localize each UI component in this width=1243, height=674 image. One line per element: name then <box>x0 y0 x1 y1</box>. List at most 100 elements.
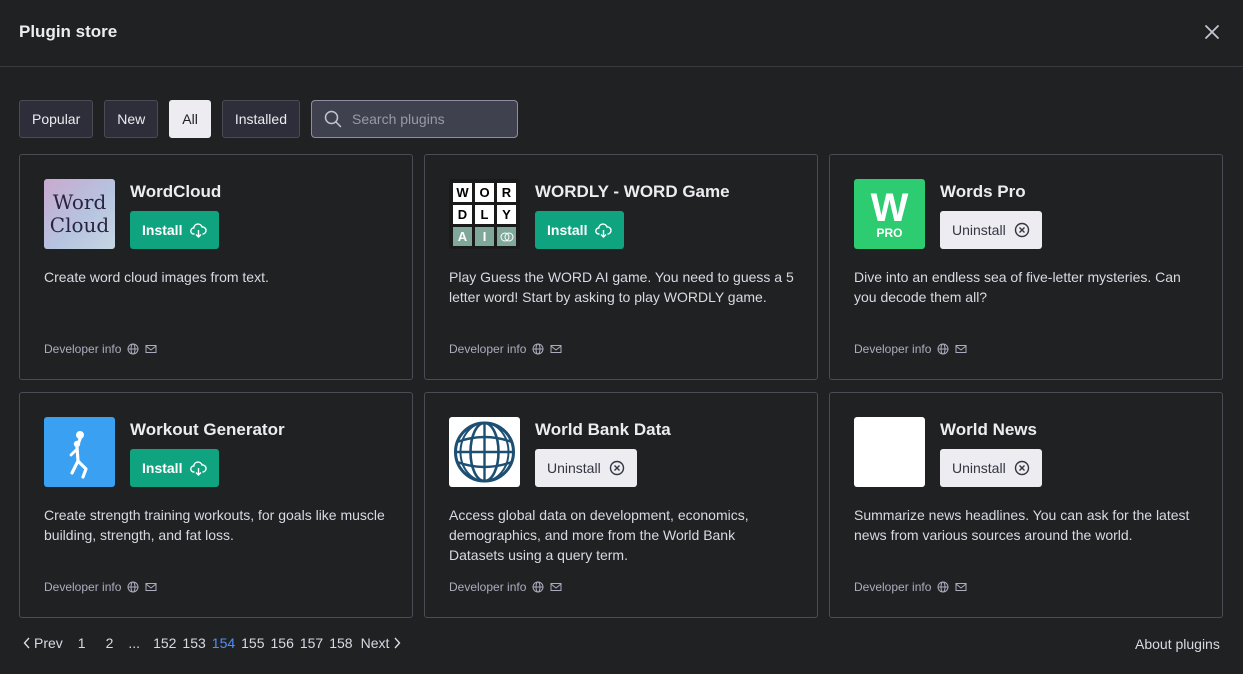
chevron-right-icon <box>394 637 401 649</box>
prev-page-button[interactable]: Prev <box>23 635 63 651</box>
filter-all-button[interactable]: All <box>169 100 211 138</box>
about-plugins-link[interactable]: About plugins <box>1135 636 1220 652</box>
wordcloud-logo: Word Cloud <box>44 179 115 249</box>
mail-icon[interactable] <box>550 581 562 593</box>
filter-bar: Popular New All Installed <box>19 100 518 138</box>
filter-popular-button[interactable]: Popular <box>19 100 94 138</box>
install-button[interactable]: Install <box>130 449 220 487</box>
page-link[interactable]: 1 <box>78 635 86 651</box>
globe-icon[interactable] <box>127 343 139 355</box>
uninstall-button[interactable]: Uninstall <box>940 449 1042 487</box>
globe-icon[interactable] <box>532 343 544 355</box>
plugin-name: Workout Generator <box>130 420 285 439</box>
plugin-name: WORDLY - WORD Game <box>535 182 730 201</box>
uninstall-label: Uninstall <box>952 222 1006 238</box>
search-icon <box>324 110 342 128</box>
install-button[interactable]: Install <box>535 211 625 249</box>
search-box[interactable] <box>311 100 518 138</box>
plugin-description: Create strength training workouts, for g… <box>44 507 385 543</box>
page-link[interactable]: 2 <box>106 635 114 651</box>
page-link[interactable]: 157 <box>300 635 323 651</box>
developer-info: Developer info <box>449 580 562 594</box>
plugin-card-wordly: W O R D L Y A I WORDLY - WORD Game Insta… <box>424 154 818 380</box>
cloud-download-icon <box>595 222 613 238</box>
words-pro-logo: W PRO <box>854 179 925 249</box>
uninstall-label: Uninstall <box>952 460 1006 476</box>
page-link[interactable]: 152 <box>153 635 176 651</box>
page-link[interactable]: 153 <box>182 635 205 651</box>
world-bank-logo <box>449 417 520 487</box>
athlete-icon <box>69 431 88 479</box>
plugin-card-words-pro: W PRO Words Pro Uninstall Dive into an e… <box>829 154 1223 380</box>
logo-text-cloud: Cloud <box>49 213 110 237</box>
wordly-logo: W O R D L Y A I <box>449 179 520 249</box>
uninstall-label: Uninstall <box>547 460 601 476</box>
wordly-tile: Y <box>497 205 516 224</box>
wordly-tile: L <box>475 205 494 224</box>
developer-info: Developer info <box>854 342 967 356</box>
globe-icon[interactable] <box>532 581 544 593</box>
pagination: Prev 1 2 ... 152 153 154 155 156 157 158… <box>19 635 401 651</box>
modal-title: Plugin store <box>19 22 118 41</box>
wordly-tile: D <box>453 205 472 224</box>
globe-icon[interactable] <box>937 343 949 355</box>
developer-info: Developer info <box>44 342 157 356</box>
developer-info-label: Developer info <box>44 342 122 356</box>
page-link[interactable]: 155 <box>241 635 264 651</box>
mail-icon[interactable] <box>145 581 157 593</box>
developer-info: Developer info <box>854 580 967 594</box>
install-label: Install <box>142 222 183 238</box>
mail-icon[interactable] <box>955 343 967 355</box>
filter-new-button[interactable]: New <box>104 100 159 138</box>
install-label: Install <box>547 222 588 238</box>
developer-info-label: Developer info <box>44 580 122 594</box>
plugin-name: Words Pro <box>940 182 1026 201</box>
globe-icon[interactable] <box>937 581 949 593</box>
cloud-download-icon <box>190 222 208 238</box>
world-news-logo <box>854 417 925 487</box>
logo-letter: W <box>870 186 909 230</box>
plugin-name: World Bank Data <box>535 420 671 439</box>
developer-info: Developer info <box>44 580 157 594</box>
globe-icon[interactable] <box>127 581 139 593</box>
close-icon[interactable] <box>1202 22 1222 42</box>
uninstall-button[interactable]: Uninstall <box>940 211 1042 249</box>
logo-pro: PRO <box>876 226 903 240</box>
globe-icon <box>454 421 515 483</box>
search-input[interactable] <box>350 110 514 128</box>
plugin-description: Create word cloud images from text. <box>44 269 269 285</box>
install-label: Install <box>142 460 183 476</box>
plugin-name: WordCloud <box>130 182 222 201</box>
plugin-description: Summarize news headlines. You can ask fo… <box>854 507 1190 543</box>
developer-info-label: Developer info <box>449 580 527 594</box>
plugin-card-world-bank-data: World Bank Data Uninstall Access global … <box>424 392 818 618</box>
modal-header: Plugin store <box>0 0 1243 67</box>
logo-text-word: Word <box>52 190 107 214</box>
plugin-description: Access global data on development, econo… <box>449 507 749 563</box>
mail-icon[interactable] <box>550 343 562 355</box>
current-page[interactable]: 154 <box>212 635 235 651</box>
filter-installed-button[interactable]: Installed <box>221 100 300 138</box>
developer-info-label: Developer info <box>854 580 932 594</box>
circle-x-icon <box>1014 460 1029 476</box>
page-link[interactable]: 156 <box>271 635 294 651</box>
plugin-description: Play Guess the WORD AI game. You need to… <box>449 269 794 305</box>
wordly-tile: A <box>453 227 472 246</box>
page-link[interactable]: 158 <box>329 635 352 651</box>
uninstall-button[interactable]: Uninstall <box>535 449 637 487</box>
install-button[interactable]: Install <box>130 211 220 249</box>
cloud-download-icon <box>190 460 208 476</box>
prev-label: Prev <box>34 635 63 651</box>
brain-icon <box>500 232 513 241</box>
wordly-tile: O <box>475 183 494 202</box>
plugin-card-wordcloud: Word Cloud WordCloud Install Create word… <box>19 154 413 380</box>
next-page-button[interactable]: Next <box>361 635 402 651</box>
wordly-tile: I <box>475 227 494 246</box>
circle-x-icon <box>609 460 624 476</box>
plugin-description: Dive into an endless sea of five-letter … <box>854 269 1181 305</box>
mail-icon[interactable] <box>145 343 157 355</box>
developer-info-label: Developer info <box>854 342 932 356</box>
developer-info: Developer info <box>449 342 562 356</box>
workout-generator-logo <box>44 417 115 487</box>
mail-icon[interactable] <box>955 581 967 593</box>
